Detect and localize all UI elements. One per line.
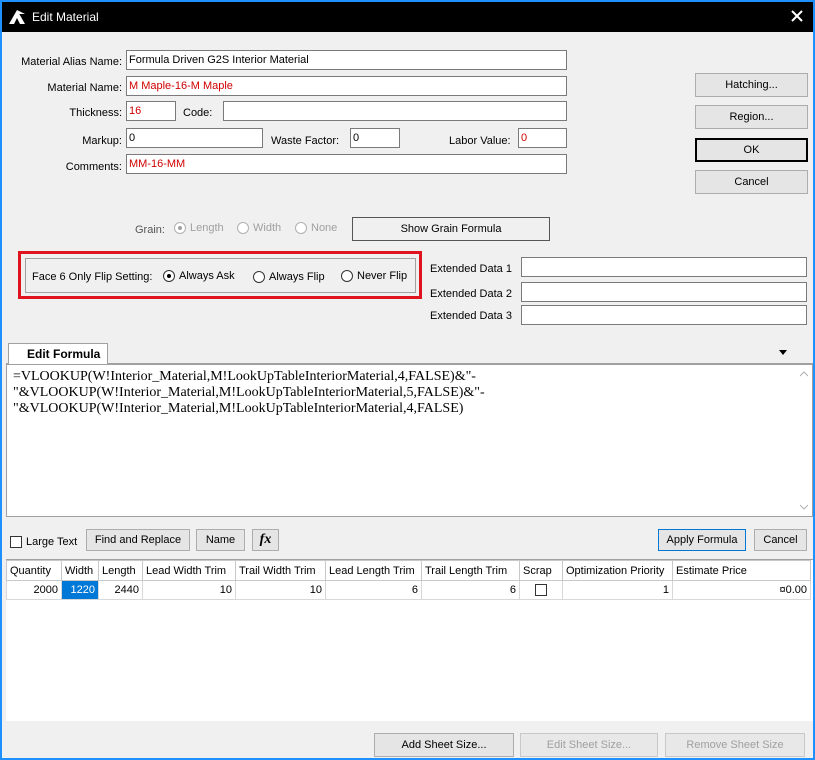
grain-width-radio[interactable]: Width bbox=[237, 222, 281, 234]
edit-material-window: Edit Material Material Alias Name: Formu… bbox=[0, 0, 815, 760]
app-logo-icon bbox=[9, 10, 25, 24]
priority-cell[interactable]: 1 bbox=[562, 580, 673, 600]
column-header[interactable]: Lead Length Trim bbox=[325, 560, 422, 581]
column-header[interactable]: Width bbox=[61, 560, 99, 581]
alias-field[interactable]: Formula Driven G2S Interior Material bbox=[126, 50, 567, 70]
fx-button[interactable]: fx bbox=[252, 529, 279, 551]
labor-value-field[interactable]: 0 bbox=[518, 128, 567, 148]
extended-data-2-label: Extended Data 2 bbox=[430, 288, 512, 300]
price-cell[interactable]: ¤0.00 bbox=[672, 580, 811, 600]
extended-data-3-field[interactable] bbox=[521, 305, 807, 325]
flip-never-flip-radio[interactable]: Never Flip bbox=[341, 270, 407, 282]
material-name-field[interactable]: M Maple-16-M Maple bbox=[126, 76, 567, 96]
apply-formula-button[interactable]: Apply Formula bbox=[658, 529, 746, 551]
window-title: Edit Material bbox=[32, 10, 99, 24]
markup-field[interactable]: 0 bbox=[126, 128, 263, 148]
radio-dot bbox=[341, 270, 353, 282]
waste-factor-field[interactable]: 0 bbox=[350, 128, 400, 148]
column-header[interactable]: Trail Width Trim bbox=[235, 560, 326, 581]
extended-data-1-field[interactable] bbox=[521, 257, 807, 277]
name-button[interactable]: Name bbox=[196, 529, 245, 551]
radio-dot bbox=[295, 222, 307, 234]
sheet-size-grid: Quantity Width Length Lead Width Trim Tr… bbox=[6, 559, 813, 721]
alias-label: Material Alias Name: bbox=[21, 56, 122, 68]
column-header[interactable]: Scrap bbox=[519, 560, 563, 581]
tab-dropdown-icon[interactable] bbox=[778, 349, 788, 357]
close-icon[interactable] bbox=[789, 8, 805, 24]
flip-always-ask-radio[interactable]: Always Ask bbox=[163, 270, 235, 282]
flip-always-flip-radio[interactable]: Always Flip bbox=[253, 271, 325, 283]
column-header[interactable]: Lead Width Trim bbox=[142, 560, 236, 581]
material-name-label: Material Name: bbox=[47, 82, 122, 94]
radio-dot bbox=[163, 270, 175, 282]
formula-tabstrip bbox=[6, 342, 813, 364]
cancel-button[interactable]: Cancel bbox=[695, 170, 808, 194]
lead-length-trim-cell[interactable]: 6 bbox=[325, 580, 422, 600]
column-header[interactable]: Estimate Price bbox=[672, 560, 811, 581]
scroll-up-icon[interactable] bbox=[800, 371, 808, 377]
column-header[interactable]: Optimization Priority bbox=[562, 560, 673, 581]
large-text-checkbox[interactable] bbox=[10, 536, 22, 548]
extended-data-2-field[interactable] bbox=[521, 282, 807, 302]
grain-length-label: Length bbox=[190, 222, 224, 234]
edit-sheet-size-button[interactable]: Edit Sheet Size... bbox=[520, 733, 658, 757]
thickness-field[interactable]: 16 bbox=[126, 101, 176, 121]
radio-dot bbox=[174, 222, 186, 234]
comments-field[interactable]: MM-16-MM bbox=[126, 154, 567, 174]
radio-dot bbox=[237, 222, 249, 234]
flip-never-flip-label: Never Flip bbox=[357, 270, 408, 282]
find-replace-button[interactable]: Find and Replace bbox=[86, 529, 190, 551]
title-bar: Edit Material bbox=[2, 2, 813, 32]
extended-data-1-label: Extended Data 1 bbox=[430, 263, 512, 275]
formula-cancel-button[interactable]: Cancel bbox=[754, 529, 807, 551]
waste-factor-label: Waste Factor: bbox=[271, 135, 340, 147]
length-cell[interactable]: 2440 bbox=[98, 580, 143, 600]
ok-button[interactable]: OK bbox=[695, 138, 808, 162]
grain-length-radio[interactable]: Length bbox=[174, 222, 224, 234]
tab-edit-formula[interactable]: Edit Formula bbox=[8, 343, 108, 365]
remove-sheet-size-button[interactable]: Remove Sheet Size bbox=[665, 733, 805, 757]
comments-label: Comments: bbox=[65, 161, 122, 173]
flip-always-flip-label: Always Flip bbox=[269, 271, 325, 283]
large-text-label: Large Text bbox=[26, 536, 78, 548]
column-header[interactable]: Trail Length Trim bbox=[421, 560, 520, 581]
trail-length-trim-cell[interactable]: 6 bbox=[421, 580, 520, 600]
grain-label: Grain: bbox=[135, 224, 165, 236]
formula-editor[interactable]: =VLOOKUP(W!Interior_Material,M!LookUpTab… bbox=[6, 364, 813, 517]
formula-text: =VLOOKUP(W!Interior_Material,M!LookUpTab… bbox=[13, 369, 485, 416]
show-grain-formula-button[interactable]: Show Grain Formula bbox=[352, 217, 550, 241]
extended-data-3-label: Extended Data 3 bbox=[430, 310, 512, 322]
grain-none-label: None bbox=[311, 222, 338, 234]
sheet-size-table: Quantity Width Length Lead Width Trim Tr… bbox=[6, 560, 811, 600]
grain-width-label: Width bbox=[253, 222, 282, 234]
scrap-checkbox[interactable] bbox=[535, 584, 547, 597]
table-row[interactable]: 2000 1220 2440 10 10 6 6 1 ¤0.00 bbox=[6, 580, 811, 600]
lead-width-trim-cell[interactable]: 10 bbox=[142, 580, 236, 600]
add-sheet-size-button[interactable]: Add Sheet Size... bbox=[374, 733, 514, 757]
width-cell[interactable]: 1220 bbox=[61, 580, 99, 600]
code-field[interactable] bbox=[223, 101, 567, 121]
column-header[interactable]: Length bbox=[98, 560, 143, 581]
region-button[interactable]: Region... bbox=[695, 105, 808, 129]
grain-none-radio[interactable]: None bbox=[295, 222, 337, 234]
markup-label: Markup: bbox=[82, 135, 122, 147]
radio-dot bbox=[253, 271, 265, 283]
thickness-label: Thickness: bbox=[69, 107, 122, 119]
trail-width-trim-cell[interactable]: 10 bbox=[235, 580, 326, 600]
labor-value-label: Labor Value: bbox=[449, 135, 511, 147]
column-header[interactable]: Quantity bbox=[6, 560, 62, 581]
scrap-cell[interactable] bbox=[519, 580, 563, 600]
flip-always-ask-label: Always Ask bbox=[179, 270, 235, 282]
hatching-button[interactable]: Hatching... bbox=[695, 73, 808, 97]
editor-scrollbar[interactable] bbox=[796, 365, 812, 516]
flip-setting-label: Face 6 Only Flip Setting: bbox=[32, 271, 153, 283]
scroll-down-icon[interactable] bbox=[800, 504, 808, 510]
quantity-cell[interactable]: 2000 bbox=[6, 580, 62, 600]
code-label: Code: bbox=[183, 107, 213, 119]
